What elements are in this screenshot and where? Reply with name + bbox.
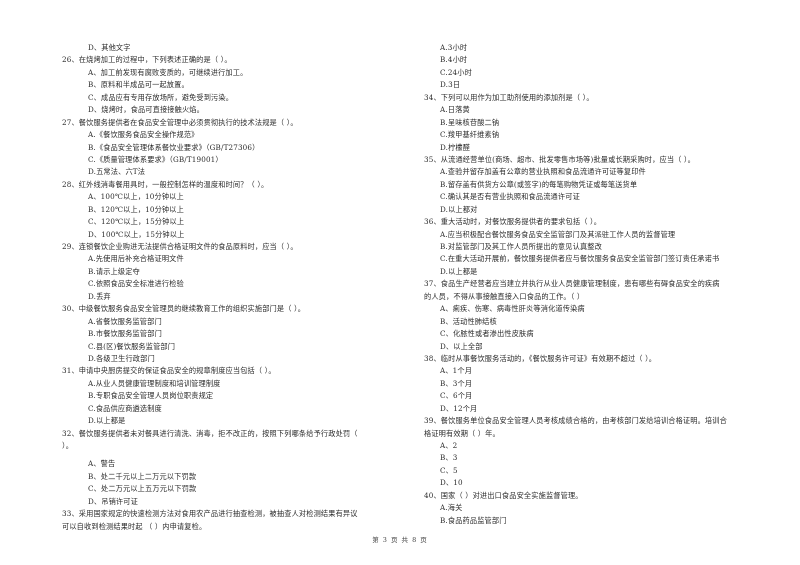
answer-option: D、以上全部 bbox=[440, 341, 483, 351]
question-text: 36、重大活动时，对餐饮服务提供者的要求包括（ ）。 bbox=[424, 217, 602, 227]
answer-option: B、原料和半成品可一起放置。 bbox=[88, 80, 189, 90]
answer-option: D.3日 bbox=[440, 80, 461, 90]
answer-option: B.请示上级定夺 bbox=[88, 266, 140, 276]
answer-option: C、120℃以上，15分钟以上 bbox=[88, 217, 185, 227]
answer-option: D.丢弃 bbox=[88, 291, 111, 301]
answer-option: D.各级卫生行政部门 bbox=[88, 353, 155, 363]
answer-option: B.专职食品安全管理人员岗位职责规定 bbox=[88, 391, 214, 401]
question-text: 37、食品生产经营者应当建立并执行从业人员健康管理制度，患有哪些有碍食品安全的疾… bbox=[424, 279, 720, 289]
answer-option: A.从业人员健康管理制度和培训管理制度 bbox=[88, 378, 221, 388]
answer-option: D.以上都对 bbox=[440, 204, 478, 214]
answer-option: C.食品供应商遴选制度 bbox=[88, 403, 162, 413]
answer-option: B.对监管部门及其工作人员所提出的意见认真整改 bbox=[440, 242, 602, 251]
answer-option: B.呈味核苷酸二钠 bbox=[440, 117, 500, 127]
question-text: 30、中级餐饮服务食品安全管理员的继续教育工作的组织实施部门是（ ）。 bbox=[62, 304, 306, 314]
answer-option: B、3 bbox=[440, 453, 458, 463]
right-column: A.3小时 B.4小时 C.24小时 D.3日 34、下列可以用作为加工助剂使用的添加剂… bbox=[424, 42, 769, 527]
answer-option: D.以上都是 bbox=[88, 416, 126, 426]
answer-option: C.确认其是否有营业执照和食品流通许可证 bbox=[440, 192, 580, 202]
question-text: 35、从流通经营单位(商场、超市、批发零售市场等)批量或长期采购时，应当（ ）。 bbox=[424, 154, 696, 164]
question-text: 可以自收到检测结果时起 （ ）内申请复检。 bbox=[62, 521, 207, 531]
answer-option: A、1个月 bbox=[440, 366, 473, 376]
answer-option: D、100℃以上，15分钟以上 bbox=[88, 229, 185, 239]
answer-option: B.《食品安全管理体系餐饮业要求》（GB/T27306） bbox=[88, 142, 260, 152]
answer-option: D.以上都是 bbox=[440, 266, 478, 276]
answer-option: D、烧烤时，食品可直接接触火焰。 bbox=[88, 105, 204, 115]
question-text: ）。 bbox=[62, 441, 74, 450]
answer-option: A、加工前发现有腐败变质的，可继续进行加工。 bbox=[88, 67, 248, 77]
answer-option: A、痢疾、伤寒、病毒性肝炎等消化道传染病 bbox=[440, 304, 585, 314]
answer-option: D、10 bbox=[440, 478, 463, 488]
answer-option: C.羧甲基纤维素钠 bbox=[440, 130, 500, 140]
answer-option: B.市餐饮服务监管部门 bbox=[88, 329, 162, 339]
answer-option: B.食品药品监管部门 bbox=[440, 515, 507, 525]
answer-option: C.县(区)餐饮服务监管部门 bbox=[88, 341, 176, 351]
answer-option: B.4小时 bbox=[440, 55, 468, 65]
question-text: 40、国家（ ）对进出口食品安全实施监督管理。 bbox=[424, 490, 583, 500]
answer-option: B、120℃以上，10分钟以上 bbox=[88, 204, 184, 214]
answer-option: C.24小时 bbox=[440, 67, 472, 77]
question-text: 格证明有效期（ ）年。 bbox=[424, 428, 500, 438]
answer-option: C、处二万元以上五万元以下罚款 bbox=[88, 484, 197, 494]
answer-option: A、2 bbox=[440, 441, 458, 450]
answer-option: C、成品应有专用存放场所，避免受到污染。 bbox=[88, 92, 234, 102]
answer-option: D.柠檬醛 bbox=[440, 142, 471, 152]
question-text: 34、下列可以用作为加工助剂使用的添加剂是（ ）。 bbox=[424, 92, 594, 102]
answer-option: B、活动性肺结核 bbox=[440, 316, 497, 326]
answer-option: A.应当积极配合餐饮服务食品安全监管部门及其派驻工作人员的监督管理 bbox=[440, 229, 676, 239]
page-footer: 第 3 页 共 8 页 bbox=[372, 536, 428, 544]
question-text: 29、连锁餐饮企业购进无法提供合格证明文件的食品原料时，应当（ ）。 bbox=[62, 242, 298, 251]
answer-option: A、100℃以上，10分钟以上 bbox=[88, 192, 184, 202]
question-text: 39、餐饮服务单位食品安全管理人员考核成绩合格的，由考核部门发给培训合格证明。培… bbox=[424, 416, 727, 426]
question-text: 32、餐饮服务提供者未对餐具进行清洗、消毒，拒不改正的，按照下列哪条给予行政处罚… bbox=[62, 428, 358, 438]
answer-option: A.先使用后补充合格证明文件 bbox=[88, 254, 184, 264]
answer-option: C.在重大活动开展前，餐饮服务提供者应与餐饮服务食品安全监管部门签订责任承诺书 bbox=[440, 254, 720, 264]
question-text: 38、临时从事餐饮服务活动的，《餐饮服务许可证》有效期不超过（ ）。 bbox=[424, 353, 657, 363]
answer-option: C、6个月 bbox=[440, 391, 473, 401]
answer-option: A.查验并留存加盖有公章的营业执照和食品流通许可证等复印件 bbox=[440, 167, 646, 177]
left-column: D、其他文字 26、在烧烤加工的过程中，下列表述正确的是（ ）。 A、加工前发现有腐… bbox=[62, 42, 407, 533]
answer-option: B.留存盖有供货方公章(或签字)的每笔购物凭证或每笔送货单 bbox=[440, 179, 638, 189]
answer-option: A.日落黄 bbox=[440, 105, 470, 115]
answer-option: A、警告 bbox=[88, 459, 116, 469]
question-text: 28、红外线消毒餐用具时，一般控制怎样的温度和时间？（ ）。 bbox=[62, 179, 269, 189]
answer-option: A.3小时 bbox=[440, 43, 468, 52]
answer-option: B、处二千元以上二万元以下罚款 bbox=[88, 471, 197, 481]
question-text: 31、申请中央厨房提交的保证食品安全的规章制度应当包括（ ）。 bbox=[62, 366, 276, 376]
answer-option: C.依照食品安全标准进行检验 bbox=[88, 279, 184, 289]
answer-option: A.《餐饮服务食品安全操作规范》 bbox=[88, 130, 199, 140]
answer-option: D、吊销许可证 bbox=[88, 496, 138, 506]
answer-option: C、化脓性或者渗出性皮肤病 bbox=[440, 329, 534, 339]
question-text: 26、在烧烤加工的过程中，下列表述正确的是（ ）。 bbox=[62, 55, 232, 65]
answer-option: C、5 bbox=[440, 465, 458, 475]
answer-option: D、12个月 bbox=[440, 403, 478, 413]
question-text: 27、餐饮服务提供者在食品安全管理中必须贯彻执行的技术法规是（ ）。 bbox=[62, 117, 298, 127]
question-text: 33、采用国家规定的快速检测方法对食用农产品进行抽查检测，被抽查人对检测结果有异… bbox=[62, 509, 358, 519]
answer-option: B、3个月 bbox=[440, 378, 473, 388]
answer-option: A.省餐饮服务监管部门 bbox=[88, 316, 162, 326]
answer-option: A.海关 bbox=[440, 503, 463, 513]
answer-option: D、其他文字 bbox=[88, 43, 131, 52]
answer-option: D.五常法、六T法 bbox=[88, 167, 146, 177]
answer-option: C.《质量管理体系要求》（GB/T19001） bbox=[88, 154, 223, 164]
question-text: 的人员，不得从事接触直接入口食品的工作。（ ） bbox=[424, 291, 585, 301]
